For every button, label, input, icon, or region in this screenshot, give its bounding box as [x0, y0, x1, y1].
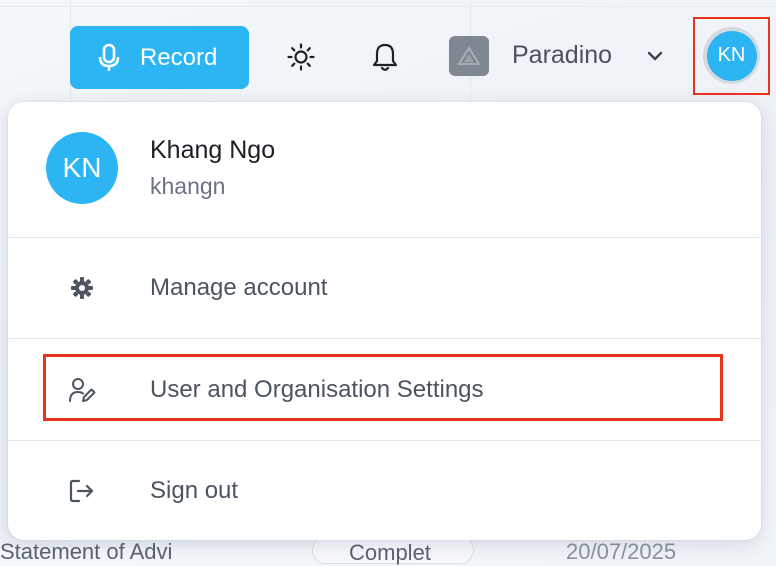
chevron-down-icon[interactable]: [645, 46, 665, 66]
menu-item-user-and-organisation-settings[interactable]: User and Organisation Settings: [8, 339, 761, 439]
menu-item-manage-account[interactable]: Manage account: [8, 238, 761, 338]
organisation-logo[interactable]: [449, 36, 489, 76]
user-full-name: Khang Ngo: [150, 136, 276, 164]
record-button-label: Record: [140, 43, 218, 71]
menu-item-label: Sign out: [150, 477, 239, 504]
menu-item-label: User and Organisation Settings: [150, 376, 484, 403]
sun-icon: [287, 43, 315, 71]
bell-icon: [372, 43, 398, 71]
theme-toggle-button[interactable]: [284, 40, 318, 74]
user-profile-header: KN Khang Ngo khangn: [8, 102, 761, 237]
microphone-icon: [98, 43, 120, 71]
top-bar: Record Paradino KN: [0, 0, 776, 100]
gear-icon: [68, 274, 96, 302]
user-handle: khangn: [150, 173, 226, 199]
menu-item-label: Manage account: [150, 274, 328, 301]
triangle-logo-icon: [457, 46, 481, 65]
record-button[interactable]: Record: [70, 26, 249, 89]
organisation-name[interactable]: Paradino: [512, 41, 612, 70]
user-menu-dropdown: KN Khang Ngo khangn Manage account User …: [8, 102, 761, 540]
menu-item-sign-out[interactable]: Sign out: [8, 441, 761, 540]
user-edit-icon: [68, 376, 96, 404]
notifications-button[interactable]: [368, 40, 402, 74]
background-text: Statement of Advi: [0, 539, 173, 564]
sign-out-icon: [68, 477, 96, 505]
user-avatar-button[interactable]: KN: [693, 17, 770, 95]
avatar: KN: [706, 30, 757, 81]
avatar: KN: [46, 132, 118, 204]
background-date: 20/07/2025: [566, 539, 677, 564]
background-status-chip: Complet: [312, 536, 474, 565]
